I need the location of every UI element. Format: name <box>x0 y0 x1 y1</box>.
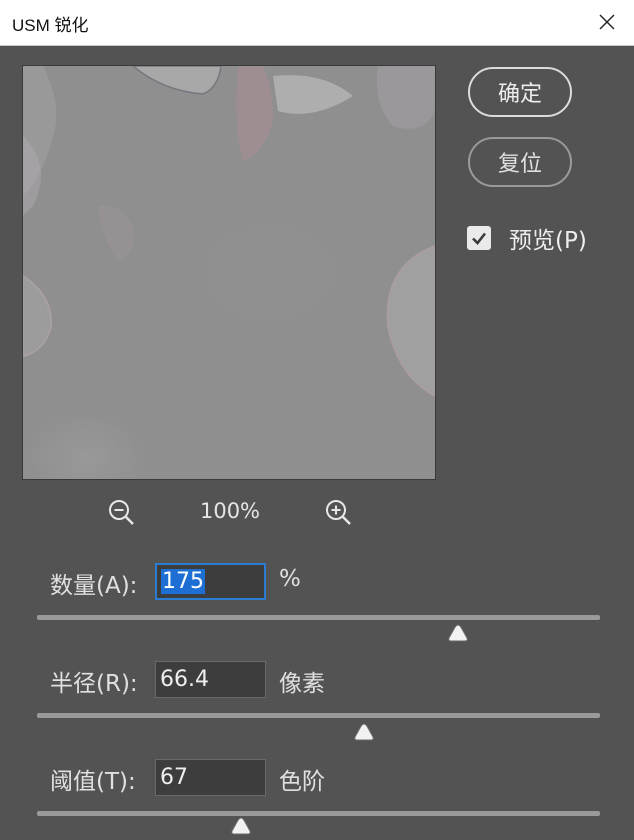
close-icon <box>599 14 615 30</box>
radius-slider-thumb[interactable] <box>352 722 376 742</box>
preview-image[interactable] <box>22 65 436 480</box>
slider-thumb-icon <box>353 723 374 741</box>
preview-label: 预览(P) <box>509 228 587 254</box>
zoom-in-icon <box>326 500 351 525</box>
title-bar: USM 锐化 <box>0 0 634 46</box>
amount-unit: % <box>279 566 301 592</box>
radius-unit: 像素 <box>279 671 325 697</box>
zoom-level: 100% <box>199 499 261 523</box>
amount-slider-thumb[interactable] <box>446 623 470 643</box>
preview-checkbox[interactable] <box>467 226 491 250</box>
amount-value: 175 <box>161 569 205 594</box>
radius-value: 66.4 <box>160 667 209 692</box>
preview-texture <box>23 66 435 398</box>
threshold-value: 67 <box>160 765 188 790</box>
checkmark-icon <box>472 232 487 245</box>
zoom-controls: 100% <box>0 492 634 532</box>
radius-slider-track[interactable] <box>37 713 600 718</box>
reset-button[interactable]: 复位 <box>468 137 572 187</box>
threshold-label: 阈值(T): <box>50 769 136 795</box>
amount-input[interactable]: 175 <box>155 563 266 600</box>
threshold-unit: 色阶 <box>279 769 325 795</box>
threshold-slider-track[interactable] <box>37 811 600 816</box>
zoom-in-button[interactable] <box>322 496 354 528</box>
radius-input[interactable]: 66.4 <box>155 661 266 698</box>
close-button[interactable] <box>590 6 624 38</box>
zoom-out-icon <box>109 500 134 525</box>
amount-label: 数量(A): <box>50 573 138 599</box>
ok-button[interactable]: 确定 <box>468 67 572 117</box>
amount-slider-track[interactable] <box>37 615 600 620</box>
zoom-out-button[interactable] <box>105 496 137 528</box>
slider-thumb-icon <box>231 817 252 835</box>
threshold-input[interactable]: 67 <box>155 759 266 796</box>
slider-thumb-icon <box>447 624 468 642</box>
window-title: USM 锐化 <box>12 16 89 35</box>
threshold-slider-thumb[interactable] <box>229 816 253 836</box>
radius-label: 半径(R): <box>50 671 138 697</box>
preview-toggle[interactable]: 预览(P) <box>467 222 587 254</box>
